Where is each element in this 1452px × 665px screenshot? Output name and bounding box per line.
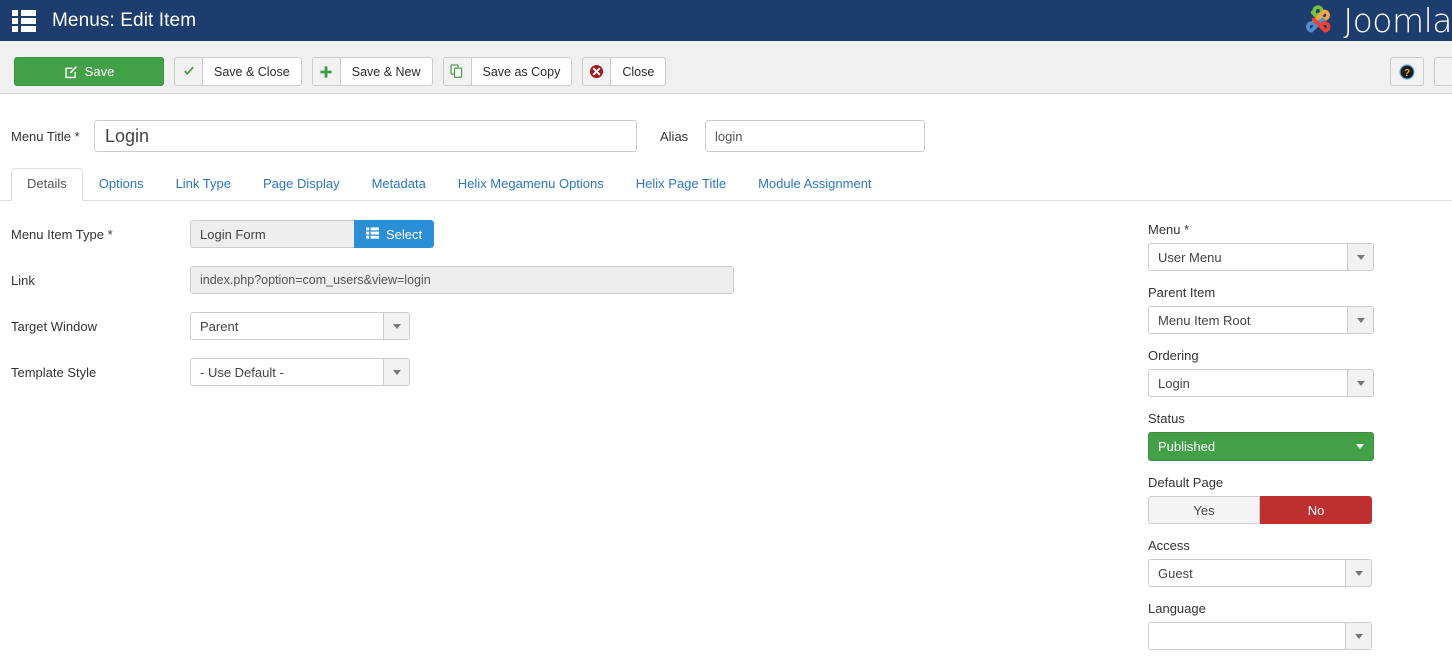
app-header: Menus: Edit Item Joomla bbox=[0, 0, 1452, 41]
save-as-copy-button[interactable]: Save as Copy bbox=[443, 57, 573, 86]
link-row: Link index.php?option=com_users&view=log… bbox=[0, 266, 1100, 312]
tab-module-assignment[interactable]: Module Assignment bbox=[742, 168, 887, 201]
chevron-down-icon bbox=[1345, 560, 1371, 586]
link-label: Link bbox=[11, 273, 35, 288]
parent-item-label: Parent Item bbox=[1148, 285, 1388, 300]
page-title: Menus: Edit Item bbox=[52, 10, 196, 32]
menu-field: Menu * User Menu bbox=[1148, 222, 1388, 271]
form-header-row: Menu Title * Alias bbox=[0, 120, 1452, 160]
language-label: Language bbox=[1148, 601, 1388, 616]
sidebar-panel: Menu * User Menu Parent Item Menu Item R… bbox=[1148, 222, 1388, 664]
menu-item-type-value: Login Form bbox=[190, 220, 354, 248]
tab-page-display[interactable]: Page Display bbox=[247, 168, 356, 201]
status-label: Status bbox=[1148, 411, 1388, 426]
parent-item-value: Menu Item Root bbox=[1149, 307, 1347, 333]
save-button[interactable]: Save bbox=[14, 57, 164, 86]
save-and-close-button[interactable]: Save & Close bbox=[174, 57, 302, 86]
check-icon bbox=[175, 58, 203, 85]
tab-helix-megamenu-options[interactable]: Helix Megamenu Options bbox=[442, 168, 620, 201]
chevron-down-icon bbox=[383, 313, 409, 339]
ordering-field: Ordering Login bbox=[1148, 348, 1388, 397]
parent-item-select[interactable]: Menu Item Root bbox=[1148, 306, 1374, 334]
chevron-down-icon bbox=[1347, 370, 1373, 396]
target-window-value: Parent bbox=[191, 313, 383, 339]
save-and-new-button[interactable]: Save & New bbox=[312, 57, 433, 86]
joomla-brand: Joomla bbox=[1299, 0, 1452, 41]
template-style-value: - Use Default - bbox=[191, 359, 383, 385]
menu-title-input[interactable] bbox=[94, 120, 637, 152]
access-field: Access Guest bbox=[1148, 538, 1388, 587]
details-panel: Menu Item Type * Login Form Select bbox=[0, 220, 1100, 404]
remove-circle-icon bbox=[583, 58, 611, 85]
access-label: Access bbox=[1148, 538, 1388, 553]
default-page-yes-option[interactable]: Yes bbox=[1148, 496, 1260, 524]
ordering-select[interactable]: Login bbox=[1148, 369, 1374, 397]
menu-label: Menu * bbox=[1148, 222, 1388, 237]
chevron-down-icon bbox=[1347, 433, 1373, 460]
target-window-label: Target Window bbox=[11, 319, 97, 334]
language-value bbox=[1149, 623, 1345, 649]
toolbar-button-group: Save Save & Close Save & New Save as Cop… bbox=[14, 57, 666, 86]
template-style-select[interactable]: - Use Default - bbox=[190, 358, 410, 386]
help-question-icon: ? bbox=[1399, 64, 1415, 80]
menu-item-type-label: Menu Item Type * bbox=[11, 227, 113, 242]
copy-icon bbox=[444, 58, 472, 85]
brand-text: Joomla bbox=[1343, 1, 1452, 40]
save-and-close-label: Save & Close bbox=[203, 58, 301, 85]
toolbar-overflow-button[interactable] bbox=[1434, 57, 1452, 86]
tab-metadata[interactable]: Metadata bbox=[356, 168, 442, 201]
parent-item-field: Parent Item Menu Item Root bbox=[1148, 285, 1388, 334]
joomla-logo-icon bbox=[1299, 4, 1337, 38]
tab-bar: Details Options Link Type Page Display M… bbox=[0, 169, 1452, 201]
ordering-label: Ordering bbox=[1148, 348, 1388, 363]
default-page-field: Default Page Yes No bbox=[1148, 475, 1388, 524]
default-page-toggle: Yes No bbox=[1148, 496, 1372, 524]
target-window-row: Target Window Parent bbox=[0, 312, 1100, 358]
select-menu-item-type-button[interactable]: Select bbox=[354, 220, 434, 248]
select-button-label: Select bbox=[386, 227, 422, 242]
tab-details[interactable]: Details bbox=[11, 168, 83, 201]
save-as-copy-label: Save as Copy bbox=[472, 58, 572, 85]
toolbar-right-group: ? bbox=[1390, 57, 1452, 86]
access-select[interactable]: Guest bbox=[1148, 559, 1372, 587]
ordering-value: Login bbox=[1149, 370, 1347, 396]
alias-label: Alias bbox=[660, 129, 688, 144]
language-select[interactable] bbox=[1148, 622, 1372, 650]
language-field: Language bbox=[1148, 601, 1388, 650]
menu-select[interactable]: User Menu bbox=[1148, 243, 1374, 271]
tab-options[interactable]: Options bbox=[83, 168, 160, 201]
menu-title-label: Menu Title * bbox=[11, 129, 80, 144]
chevron-down-icon bbox=[1347, 244, 1373, 270]
status-value: Published bbox=[1149, 433, 1347, 460]
status-select[interactable]: Published bbox=[1148, 432, 1374, 461]
pencil-square-icon bbox=[64, 65, 78, 79]
chevron-down-icon bbox=[1347, 307, 1373, 333]
svg-text:?: ? bbox=[1404, 68, 1410, 79]
link-value: index.php?option=com_users&view=login bbox=[190, 266, 734, 294]
chevron-down-icon bbox=[383, 359, 409, 385]
target-window-select[interactable]: Parent bbox=[190, 312, 410, 340]
plus-icon bbox=[313, 58, 341, 85]
save-as-new-label: Save & New bbox=[341, 58, 432, 85]
tab-helix-page-title[interactable]: Helix Page Title bbox=[620, 168, 742, 201]
status-field: Status Published bbox=[1148, 411, 1388, 461]
menu-value: User Menu bbox=[1149, 244, 1347, 270]
menu-item-type-row: Menu Item Type * Login Form Select bbox=[0, 220, 1100, 266]
template-style-row: Template Style - Use Default - bbox=[0, 358, 1100, 404]
default-page-no-option[interactable]: No bbox=[1260, 496, 1372, 524]
close-button-label: Close bbox=[611, 58, 665, 85]
list-icon bbox=[366, 227, 379, 242]
access-value: Guest bbox=[1149, 560, 1345, 586]
help-button[interactable]: ? bbox=[1390, 57, 1424, 86]
chevron-down-icon bbox=[1345, 623, 1371, 649]
save-button-label: Save bbox=[85, 64, 115, 79]
alias-input[interactable] bbox=[705, 120, 925, 152]
default-page-label: Default Page bbox=[1148, 475, 1388, 490]
close-button[interactable]: Close bbox=[582, 57, 666, 86]
template-style-label: Template Style bbox=[11, 365, 96, 380]
list-icon[interactable] bbox=[12, 10, 36, 32]
tab-link-type[interactable]: Link Type bbox=[160, 168, 247, 201]
